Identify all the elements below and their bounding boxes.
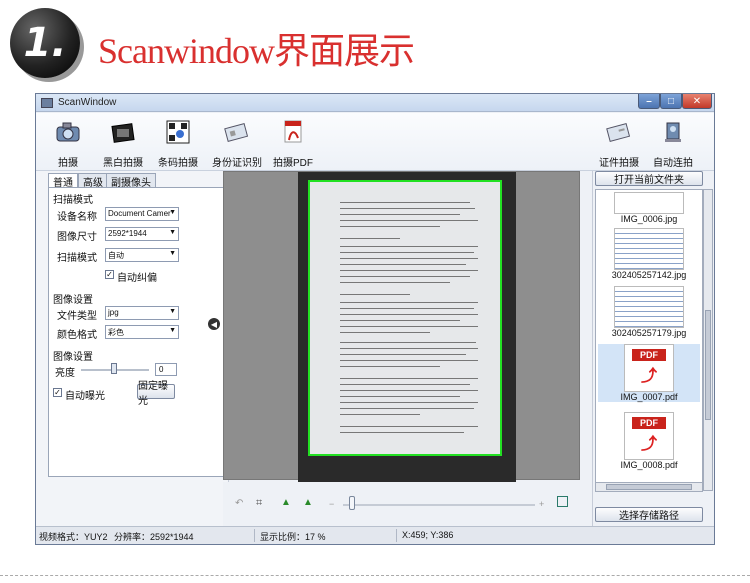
choose-path-button[interactable]: 选择存储路径 <box>595 507 703 522</box>
pdf-icon <box>279 119 307 145</box>
tab-panel-general: 扫描模式 设备名称 Document Camer ▼ 图像尺寸 2592*1944… <box>48 187 228 477</box>
tab-general[interactable]: 普通 <box>48 173 78 189</box>
tab-sub-camera[interactable]: 副摄像头 <box>106 173 156 189</box>
auto-exposure-label: 自动曝光 <box>65 391 105 402</box>
pdf-file-icon: PDF ⤴ <box>624 412 674 460</box>
pdf-file-icon: PDF ⤴ <box>624 344 674 392</box>
auto-crop-checkbox[interactable]: ✓ <box>105 270 114 279</box>
status-video-format: 视频格式：YUY2 <box>39 532 108 542</box>
thumbnail-image <box>614 228 684 270</box>
crop-icon[interactable]: ⌗ <box>256 497 262 510</box>
zoom-slider-thumb[interactable] <box>349 496 355 510</box>
collapse-panel-icon[interactable]: ◀ <box>208 318 220 330</box>
maximize-button[interactable]: □ <box>660 94 682 109</box>
app-window: ScanWindow – □ ✕ 拍摄 黑白拍摄 条码拍摄 身份证识别 拍摄PD… <box>35 93 715 545</box>
file-type-label: 文件类型 <box>57 311 97 322</box>
window-title: ScanWindow <box>58 97 117 108</box>
brightness-label: 亮度 <box>55 368 75 379</box>
thumbnail-item[interactable]: PDF ⤴ IMG_0008.pdf <box>598 412 700 470</box>
status-resolution: 分辨率：2592*1944 <box>114 532 194 542</box>
toolbar: 拍摄 黑白拍摄 条码拍摄 身份证识别 拍摄PDF 证件拍摄 自动连拍 <box>36 113 714 171</box>
title-bar[interactable]: ScanWindow – □ ✕ <box>36 94 714 112</box>
settings-panel: 普通 高级 副摄像头 扫描模式 设备名称 Document Camer ▼ 图像尺… <box>36 171 229 526</box>
auto-shoot-icon <box>659 119 687 145</box>
scan-mode-label: 扫描模式 <box>57 253 97 264</box>
camera-preview[interactable] <box>223 171 580 482</box>
fixed-exposure-button[interactable]: 固定曝光 <box>137 381 175 407</box>
auto-shoot-button[interactable]: 自动连拍 <box>644 119 702 169</box>
dashed-divider <box>0 575 750 576</box>
barcode-icon <box>164 119 192 145</box>
rotate-cw-icon[interactable]: ▲ <box>303 497 313 508</box>
minimize-button[interactable]: – <box>638 94 660 109</box>
thumbnail-item[interactable]: 302405257179.jpg <box>598 286 700 338</box>
zoom-in-icon[interactable]: + <box>539 499 544 509</box>
thumbnail-image <box>614 192 684 214</box>
auto-exposure-checkbox[interactable]: ✓ <box>53 388 62 397</box>
file-type-select[interactable]: jpg ▼ <box>105 306 179 320</box>
thumbnail-image <box>614 286 684 328</box>
chevron-down-icon: ▼ <box>169 327 176 334</box>
vertical-scrollbar[interactable] <box>703 189 713 491</box>
brightness-input[interactable]: 0 <box>155 363 177 376</box>
barcode-shoot-button[interactable]: 条码拍摄 <box>149 119 207 169</box>
thumbnail-item[interactable]: IMG_0006.jpg <box>598 192 700 224</box>
horizontal-scrollbar[interactable] <box>595 482 703 492</box>
fit-window-icon[interactable] <box>557 496 568 507</box>
detected-document-crop-frame[interactable] <box>308 180 502 456</box>
file-panel: 打开当前文件夹 IMG_0006.jpg 302405257142.jpg 30… <box>592 171 714 526</box>
status-separator <box>396 529 397 542</box>
banner: 1. Scanwindow界面展示 <box>0 0 750 88</box>
scrollbar-thumb[interactable] <box>606 484 692 490</box>
status-display-ratio: 显示比例：17 % <box>260 532 326 542</box>
group-image-settings: 图像设置 <box>53 295 93 306</box>
thumbnail-list[interactable]: IMG_0006.jpg 302405257142.jpg 3024052571… <box>595 189 703 491</box>
image-size-label: 图像尺寸 <box>57 232 97 243</box>
preview-controls: ↶ ⌗ ▲ ▲ − + <box>223 482 580 526</box>
color-format-label: 颜色格式 <box>57 330 97 341</box>
group-image-adjust: 图像设置 <box>53 352 93 363</box>
rotate-left-icon[interactable]: ↶ <box>235 498 243 509</box>
shoot-button[interactable]: 拍摄 <box>39 119 97 169</box>
group-scan-mode: 扫描模式 <box>53 195 93 206</box>
shoot-pdf-button[interactable]: 拍摄PDF <box>264 119 322 169</box>
rotate-ccw-icon[interactable]: ▲ <box>281 497 291 508</box>
zoom-slider-track[interactable] <box>343 504 535 506</box>
camera-icon <box>54 119 82 145</box>
zoom-out-icon[interactable]: − <box>329 499 334 509</box>
device-name-select[interactable]: Document Camer ▼ <box>105 207 179 221</box>
thumbnail-item-selected[interactable]: PDF ⤴ IMG_0007.pdf <box>598 344 700 402</box>
step-number-badge: 1. <box>10 8 80 78</box>
scan-mode-select[interactable]: 自动 ▼ <box>105 248 179 262</box>
status-coordinates: X:459; Y:386 <box>402 530 454 540</box>
bw-shoot-button[interactable]: 黑白拍摄 <box>94 119 152 169</box>
chevron-down-icon: ▼ <box>169 308 176 315</box>
bw-camera-icon <box>109 119 137 145</box>
app-icon <box>41 98 53 108</box>
status-bar: 视频格式：YUY2 分辨率：2592*1944 显示比例：17 % X:459;… <box>36 526 714 544</box>
thumbnail-item[interactable]: 302405257142.jpg <box>598 228 700 280</box>
image-size-select[interactable]: 2592*1944 ▼ <box>105 227 179 241</box>
device-name-label: 设备名称 <box>57 212 97 223</box>
banner-title: Scanwindow界面展示 <box>98 31 415 71</box>
close-button[interactable]: ✕ <box>682 94 712 109</box>
auto-crop-label: 自动纠偏 <box>117 273 157 284</box>
chevron-down-icon: ▼ <box>169 229 176 236</box>
chevron-down-icon: ▼ <box>169 209 176 216</box>
open-folder-button[interactable]: 打开当前文件夹 <box>595 171 703 186</box>
color-format-select[interactable]: 彩色 ▼ <box>105 325 179 339</box>
id-card-icon <box>223 119 251 145</box>
id-card-button[interactable]: 身份证识别 <box>208 119 266 169</box>
certificate-shoot-button[interactable]: 证件拍摄 <box>590 119 648 169</box>
tab-advanced[interactable]: 高级 <box>78 173 108 189</box>
scrollbar-thumb[interactable] <box>705 310 711 420</box>
chevron-down-icon: ▼ <box>169 250 176 257</box>
brightness-slider-thumb[interactable] <box>111 363 117 374</box>
certificate-icon <box>605 119 633 145</box>
status-separator <box>254 529 255 542</box>
